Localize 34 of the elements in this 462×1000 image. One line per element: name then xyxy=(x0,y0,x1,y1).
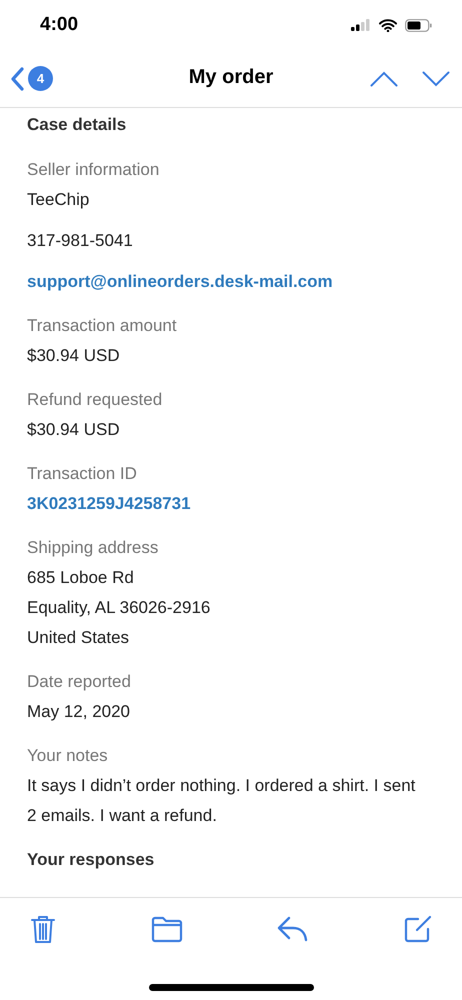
back-icon xyxy=(10,66,24,90)
field-label: Refund requested xyxy=(27,389,162,411)
field-label: Transaction ID xyxy=(27,463,137,485)
screen-title: My order xyxy=(188,66,274,88)
field-value: Equality, AL 36026-2916 xyxy=(27,597,210,619)
signal-icon xyxy=(351,19,371,31)
value-link[interactable]: 3K0231259J4258731 xyxy=(27,489,191,519)
field-value: 685 Loboe Rd xyxy=(27,567,134,589)
section-heading: Case details xyxy=(27,114,128,136)
back-button[interactable]: 4 xyxy=(8,66,53,91)
field-label: Date reported xyxy=(27,671,131,693)
folder-icon[interactable] xyxy=(150,916,183,942)
field-value: United States xyxy=(27,627,130,649)
field-value: $30.94 USD xyxy=(27,419,120,441)
field-value: 317-981-5041 xyxy=(27,230,133,252)
field-value: TeeChip xyxy=(27,189,90,211)
value-link[interactable]: support@onlineorders.desk-mail.com xyxy=(27,267,333,297)
compose-icon[interactable] xyxy=(404,915,432,943)
chevron-up-icon[interactable] xyxy=(370,70,398,86)
reply-icon[interactable] xyxy=(277,916,310,942)
field-label: Transaction amount xyxy=(27,315,177,337)
battery-icon xyxy=(405,18,432,32)
field-label: Your notes xyxy=(27,745,108,767)
status-time: 4:00 xyxy=(40,12,78,37)
wifi-icon xyxy=(379,18,397,32)
field-label: Seller information xyxy=(27,159,160,181)
field-label: Shipping address xyxy=(27,537,158,559)
trash-icon[interactable] xyxy=(30,914,56,944)
chevron-down-icon[interactable] xyxy=(422,70,450,86)
field-value: It says I didn’t order nothing. I ordered a shirt. I sent 2 emails. I want a refund. xyxy=(27,775,416,827)
field-value: $30.94 USD xyxy=(27,345,120,367)
unread-count-badge: 4 xyxy=(28,66,53,91)
field-value: May 12, 2020 xyxy=(27,701,130,723)
section-heading: Your responses xyxy=(27,849,156,871)
